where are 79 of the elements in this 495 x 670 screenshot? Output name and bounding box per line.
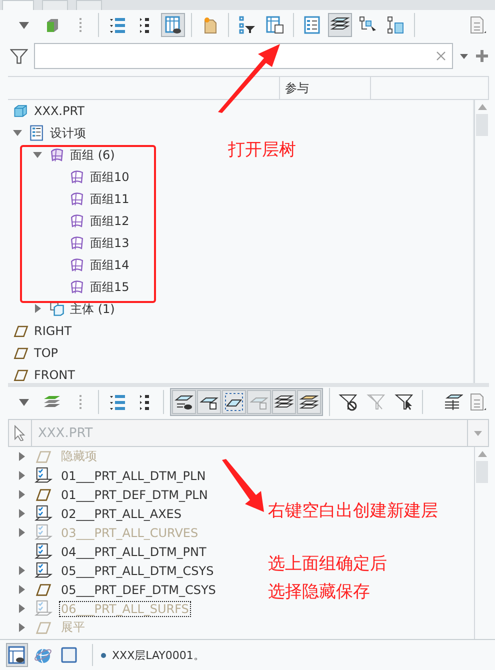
- body-icon: [48, 300, 66, 318]
- tree-item[interactable]: TOP: [34, 346, 58, 360]
- scroll-up-icon[interactable]: [478, 451, 486, 457]
- toolbar-button[interactable]: [197, 390, 221, 414]
- tree-item[interactable]: 面组 (6): [70, 146, 115, 164]
- checklist-icon: [302, 15, 322, 35]
- annotation-text: 打开层树: [228, 140, 296, 160]
- layer-item[interactable]: 02___PRT_ALL_AXES: [59, 506, 184, 522]
- tree-item[interactable]: 面组11: [90, 190, 130, 208]
- grip-icon: [78, 17, 82, 33]
- surface-icon: [68, 190, 86, 208]
- layer-table-icon: [443, 392, 463, 412]
- status-message: XXX层LAY0001。: [112, 648, 204, 662]
- scroll-thumb[interactable]: [476, 114, 488, 136]
- tree-item[interactable]: XXX.PRT: [34, 104, 85, 118]
- layer-icon: [34, 523, 53, 542]
- view-icon: [7, 645, 27, 665]
- surface-icon: [48, 146, 66, 164]
- filter-icon[interactable]: [10, 47, 28, 65]
- pointer-icon: [14, 425, 26, 441]
- arrow-drawing: [220, 458, 266, 514]
- annotation-text: 选择隐藏保存: [268, 582, 370, 602]
- toolbar-button[interactable]: [297, 390, 321, 414]
- tree-item[interactable]: 面组10: [90, 168, 130, 186]
- tree-filter-icon: [237, 15, 257, 35]
- filter-icon: [366, 392, 386, 412]
- feature-list-icon: [28, 124, 46, 142]
- layer-item[interactable]: 05___PRT_ALL_DTM_CSYS: [59, 562, 216, 578]
- scroll-thumb[interactable]: [476, 461, 488, 483]
- tree-item[interactable]: 主体 (1): [70, 300, 115, 318]
- filter-pointer-icon: [394, 392, 414, 412]
- layer-item[interactable]: 04___PRT_ALL_DTM_PNT: [59, 544, 208, 560]
- layer-icon: [34, 542, 53, 561]
- search-field[interactable]: [34, 43, 453, 69]
- list-icon: [107, 392, 127, 412]
- toolbar-button[interactable]: [222, 390, 246, 414]
- tree-box-icon: [386, 15, 406, 35]
- column-header[interactable]: 参与: [285, 80, 309, 96]
- tree-item[interactable]: 面组15: [90, 278, 130, 296]
- status-button[interactable]: [6, 643, 28, 667]
- toolbar-button[interactable]: [272, 390, 296, 414]
- scrollbar[interactable]: [474, 100, 489, 383]
- dropdown-icon[interactable]: [459, 52, 469, 60]
- layer-select-icon: [224, 392, 244, 412]
- layer-item[interactable]: 05___PRT_DEF_DTM_CSYS: [59, 582, 218, 598]
- surface-icon: [68, 256, 86, 274]
- tree-item[interactable]: FRONT: [34, 368, 75, 382]
- layer-icon: [34, 561, 53, 580]
- toolbar-button[interactable]: [328, 13, 352, 37]
- clear-icon[interactable]: [436, 51, 446, 61]
- layer-item[interactable]: 01___PRT_ALL_DTM_PLN: [59, 468, 208, 484]
- bullet-icon: [101, 652, 106, 658]
- annotation-text: 选上面组确定后: [268, 554, 387, 574]
- grip-icon: [78, 394, 82, 410]
- columns-icon: [163, 15, 183, 35]
- tree-item[interactable]: 设计项: [50, 124, 86, 142]
- scroll-up-icon[interactable]: [478, 104, 486, 110]
- annotation-text: 右键空白出创建新建层: [268, 501, 438, 522]
- layer-icon: [34, 599, 53, 618]
- filter-off-icon: [338, 392, 358, 412]
- surface-icon: [68, 168, 86, 186]
- list-icon: [107, 15, 127, 35]
- surface-icon: [68, 234, 86, 252]
- toolbar-button[interactable]: [161, 13, 185, 37]
- surface-icon: [68, 212, 86, 230]
- surface-icon: [68, 278, 86, 296]
- scrollbar[interactable]: [474, 447, 489, 639]
- tree-item[interactable]: 面组12: [90, 212, 130, 230]
- add-icon[interactable]: [475, 49, 489, 63]
- tree-item[interactable]: 面组14: [90, 256, 130, 274]
- toolbar-button[interactable]: [172, 390, 196, 414]
- window-icon: [59, 645, 79, 665]
- layer-icon: [34, 504, 53, 523]
- tree-item[interactable]: RIGHT: [34, 324, 72, 338]
- table-icon: [265, 15, 285, 35]
- part-icon: [12, 102, 30, 120]
- layer-icon: [34, 466, 53, 485]
- tree-item[interactable]: 面组13: [90, 234, 130, 252]
- layer-item[interactable]: 01___PRT_DEF_DTM_PLN: [59, 486, 210, 502]
